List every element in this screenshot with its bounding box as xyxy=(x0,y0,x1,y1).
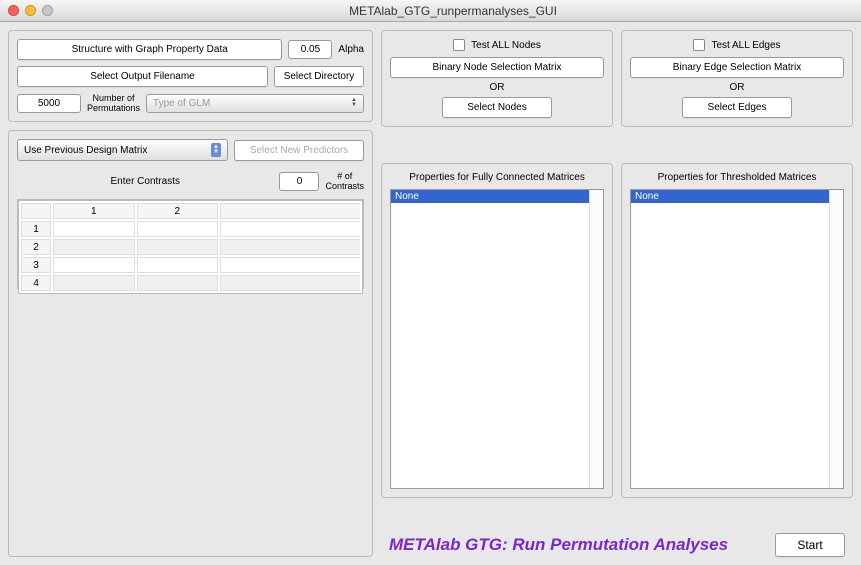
or-label: OR xyxy=(390,82,604,93)
window-title: METAlab_GTG_runpermanalyses_GUI xyxy=(53,4,853,18)
footer: METAlab GTG: Run Permutation Analyses St… xyxy=(381,533,853,557)
select-directory-button[interactable]: Select Directory xyxy=(274,66,364,87)
or-label: OR xyxy=(630,82,844,93)
design-matrix-label: Use Previous Design Matrix xyxy=(24,145,147,156)
select-edges-button[interactable]: Select Edges xyxy=(682,97,792,118)
edges-panel: Test ALL Edges Binary Edge Selection Mat… xyxy=(621,30,853,127)
contrasts-table-wrapper: 12 1 2 3 4 xyxy=(17,199,364,289)
zoom-icon[interactable] xyxy=(42,5,53,16)
nodes-panel: Test ALL Nodes Binary Node Selection Mat… xyxy=(381,30,613,127)
contrasts-table[interactable]: 12 1 2 3 4 xyxy=(18,200,363,294)
list-item[interactable]: None xyxy=(391,190,603,203)
fully-connected-listbox[interactable]: None xyxy=(390,189,604,489)
thresholded-listbox[interactable]: None xyxy=(630,189,844,489)
design-matrix-dropdown[interactable]: Use Previous Design Matrix ▲▼ xyxy=(17,139,228,161)
fully-connected-panel: Properties for Fully Connected Matrices … xyxy=(381,163,613,498)
config-panel: Structure with Graph Property Data 0.05 … xyxy=(8,30,373,122)
minimize-icon[interactable] xyxy=(25,5,36,16)
design-panel: Use Previous Design Matrix ▲▼ Select New… xyxy=(8,130,373,557)
permutations-label: Number of Permutations xyxy=(87,93,140,113)
chevron-updown-icon: ▲▼ xyxy=(351,98,357,108)
fully-connected-title: Properties for Fully Connected Matrices xyxy=(390,172,604,183)
chevron-updown-icon: ▲▼ xyxy=(211,143,221,157)
num-contrasts-input[interactable]: 0 xyxy=(279,172,319,191)
glm-type-dropdown[interactable]: Type of GLM ▲▼ xyxy=(146,94,364,113)
test-all-edges-label: Test ALL Edges xyxy=(711,40,780,51)
output-filename-button[interactable]: Select Output Filename xyxy=(17,66,268,87)
thresholded-title: Properties for Thresholded Matrices xyxy=(630,172,844,183)
start-button[interactable]: Start xyxy=(775,533,845,557)
alpha-label: Alpha xyxy=(338,44,364,55)
test-all-nodes-label: Test ALL Nodes xyxy=(471,40,541,51)
test-all-edges-checkbox[interactable] xyxy=(693,39,705,51)
select-nodes-button[interactable]: Select Nodes xyxy=(442,97,552,118)
list-item[interactable]: None xyxy=(631,190,843,203)
permutations-input[interactable]: 5000 xyxy=(17,94,81,113)
brand-title: METAlab GTG: Run Permutation Analyses xyxy=(389,535,728,555)
scrollbar[interactable] xyxy=(829,190,843,488)
alpha-input[interactable]: 0.05 xyxy=(288,40,332,59)
close-icon[interactable] xyxy=(8,5,19,16)
thresholded-panel: Properties for Thresholded Matrices None xyxy=(621,163,853,498)
binary-edge-matrix-button[interactable]: Binary Edge Selection Matrix xyxy=(630,57,844,78)
scrollbar[interactable] xyxy=(589,190,603,488)
num-contrasts-label: # of Contrasts xyxy=(325,171,364,191)
titlebar: METAlab_GTG_runpermanalyses_GUI xyxy=(0,0,861,22)
structure-data-button[interactable]: Structure with Graph Property Data xyxy=(17,39,282,60)
test-all-nodes-checkbox[interactable] xyxy=(453,39,465,51)
enter-contrasts-label: Enter Contrasts xyxy=(17,176,273,187)
glm-type-label: Type of GLM xyxy=(153,98,210,109)
binary-node-matrix-button[interactable]: Binary Node Selection Matrix xyxy=(390,57,604,78)
select-predictors-button[interactable]: Select New Predictors xyxy=(234,140,364,161)
